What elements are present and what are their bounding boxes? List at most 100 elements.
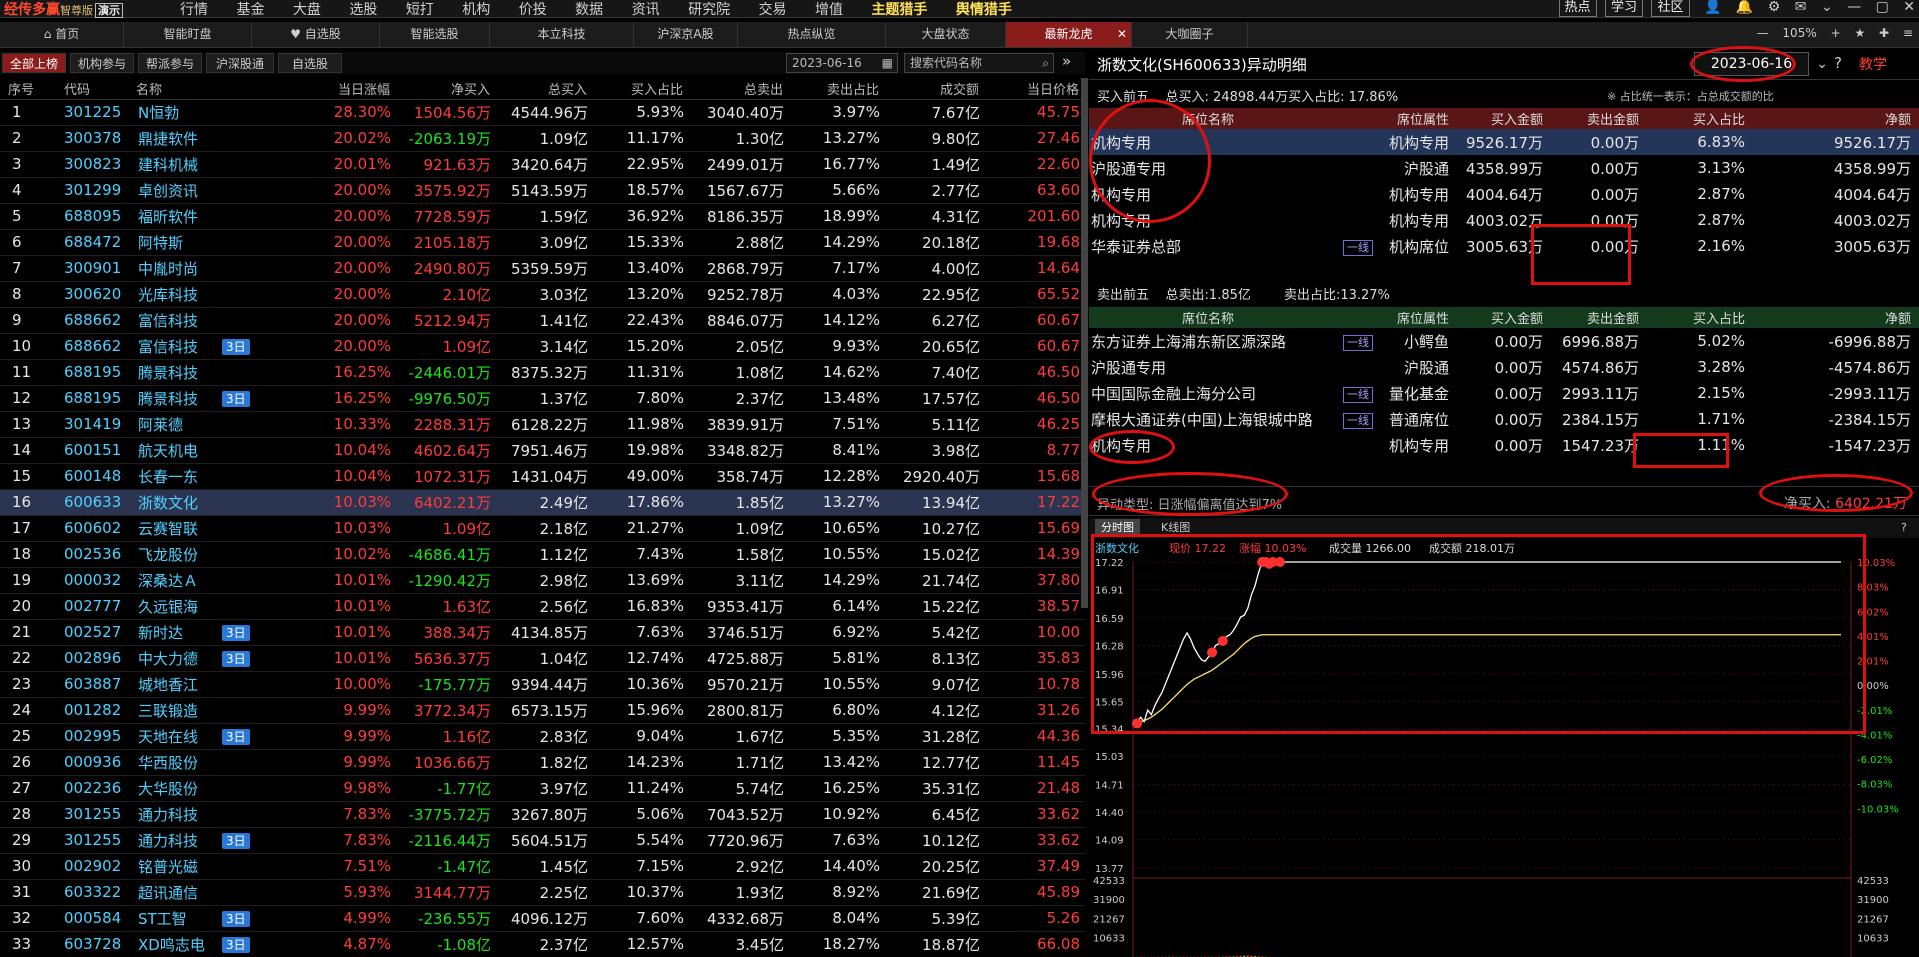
filter-all[interactable]: 全部上榜 bbox=[2, 53, 66, 73]
col-header[interactable]: 当日涨幅 bbox=[268, 78, 396, 100]
table-row[interactable]: 26 000936 华西股份 9.99% 1036.66万 1.82亿 14.23% 1.71… bbox=[0, 749, 1085, 776]
table-row[interactable]: 31 603322 超讯通信 5.93% 3144.77万 2.25亿 10.37% 1.93… bbox=[0, 879, 1085, 906]
col-header[interactable]: 总买入 bbox=[496, 78, 593, 100]
mail-icon[interactable]: ✉ bbox=[1795, 0, 1807, 15]
table-row[interactable]: 20 002777 久远银海 10.01% 1.63亿 2.56亿 16.83% 9353.4… bbox=[0, 593, 1085, 620]
seat-row[interactable]: 机构专用 机构专用 4003.02万 0.00万 2.87% 4003.02万 bbox=[1089, 207, 1919, 233]
table-row[interactable]: 29 301255 通力科技 3日 7.83% -2116.44万 5604.51万 5.54… bbox=[0, 827, 1085, 854]
menu-institution[interactable]: 机构 bbox=[462, 0, 490, 19]
menu-sentiment-hunter[interactable]: 舆情猎手 bbox=[956, 0, 1012, 19]
table-row[interactable]: 28 301255 通力科技 7.83% -3775.72万 3267.80万 5.06% 7… bbox=[0, 801, 1085, 828]
menu-stock-picker[interactable]: 选股 bbox=[349, 0, 377, 19]
table-row[interactable]: 6 688472 阿特斯 20.00% 2105.18万 3.09亿 15.33% 2.88亿… bbox=[0, 229, 1085, 256]
teach-link[interactable]: 教学 bbox=[1859, 54, 1887, 74]
tab-big-circle[interactable]: 大咖圈子 bbox=[1132, 22, 1248, 47]
menu-value[interactable]: 价投 bbox=[519, 0, 547, 19]
tier1-badge[interactable]: 一线 bbox=[1343, 386, 1373, 403]
col-header[interactable]: 成交额 bbox=[885, 78, 985, 100]
table-row[interactable]: 16 600633 浙数文化 10.03% 6402.21万 2.49亿 17.86% 1.8… bbox=[0, 489, 1085, 516]
table-row[interactable]: 18 002536 飞龙股份 10.02% -4686.41万 1.12亿 7.43% 1.5… bbox=[0, 541, 1085, 568]
pin-icon[interactable]: ✚ bbox=[1879, 26, 1889, 40]
tab-intraday[interactable]: 分时图 bbox=[1095, 519, 1140, 537]
tab-smart-pick[interactable]: 智能选股 bbox=[380, 22, 490, 47]
menu-short-term[interactable]: 短打 bbox=[406, 0, 434, 19]
tier1-badge[interactable]: 一线 bbox=[1343, 412, 1373, 429]
col-header[interactable] bbox=[222, 78, 268, 100]
menu-research[interactable]: 研究院 bbox=[688, 0, 730, 19]
menu-trade[interactable]: 交易 bbox=[759, 0, 787, 19]
seat-row[interactable]: 中国国际金融上海分公司 一线 量化基金 0.00万 2993.11万 2.15% -2993… bbox=[1089, 380, 1919, 406]
gear-icon[interactable]: ⚙ bbox=[1768, 0, 1781, 15]
table-row[interactable]: 4 301299 卓创资讯 20.00% 3575.92万 5143.59万 18.57% 1… bbox=[0, 177, 1085, 204]
table-row[interactable]: 2 300378 鼎捷软件 20.02% -2063.19万 1.09亿 11.17% 1.3… bbox=[0, 125, 1085, 152]
menu-theme-hunter[interactable]: 主题猎手 bbox=[871, 0, 927, 19]
tier1-badge[interactable]: 一线 bbox=[1343, 334, 1373, 351]
community-button[interactable]: 社区 bbox=[1651, 0, 1690, 17]
seat-row[interactable]: 华泰证券总部 一线 机构席位 3005.63万 0.00万 2.16% 3005.63万 bbox=[1089, 233, 1919, 259]
table-row[interactable]: 23 603887 城地香江 10.00% -175.77万 9394.44万 10.36%… bbox=[0, 671, 1085, 698]
seat-row[interactable]: 机构专用 机构专用 4004.64万 0.00万 2.87% 4004.64万 bbox=[1089, 181, 1919, 207]
tab-market-status[interactable]: 大盘状态 bbox=[886, 22, 1006, 47]
zoom-in-icon[interactable]: + bbox=[1831, 26, 1841, 40]
tab-close-icon[interactable]: ✕ bbox=[1117, 22, 1127, 47]
table-row[interactable]: 15 600148 长春一东 10.04% 1072.31万 1431.04万 49.00%… bbox=[0, 463, 1085, 490]
table-row[interactable]: 7 300901 中胤时尚 20.00% 2490.80万 5359.59万 13.40% 2… bbox=[0, 255, 1085, 282]
table-row[interactable]: 11 688195 腾景科技 16.25% -2446.01万 8375.32万 11.31… bbox=[0, 359, 1085, 386]
minimize-icon[interactable]: — bbox=[1847, 0, 1861, 15]
search-input[interactable]: 搜索代码名称 ⌕ bbox=[904, 53, 1054, 73]
table-row[interactable]: 33 603728 XD鸣志电 3日 4.87% -1.08亿 2.37亿 12.57% 3.4… bbox=[0, 931, 1085, 957]
seat-row[interactable]: 机构专用 机构专用 0.00万 1547.23万 1.11% -1547.23万 bbox=[1089, 432, 1919, 458]
table-row[interactable]: 13 301419 阿莱德 10.33% 2288.31万 6128.22万 11.98% 3… bbox=[0, 411, 1085, 438]
menu-icon[interactable]: ≡ bbox=[1903, 26, 1913, 40]
tab-smart-watch[interactable]: 智能盯盘 bbox=[124, 22, 252, 47]
tab-a-shares[interactable]: 沪深京A股 bbox=[634, 22, 738, 47]
user-icon[interactable]: 👤 bbox=[1704, 0, 1721, 15]
col-header[interactable]: 总卖出 bbox=[689, 78, 789, 100]
col-header[interactable]: 当日价格 bbox=[985, 78, 1085, 100]
learn-button[interactable]: 学习 bbox=[1605, 0, 1644, 17]
tab-hotspots[interactable]: 热点纵览 bbox=[738, 22, 886, 47]
table-row[interactable]: 21 002527 新时达 3日 10.01% 388.34万 4134.85万 7.63% 3… bbox=[0, 619, 1085, 646]
tab-watchlist[interactable]: ♥ 自选股 bbox=[252, 22, 380, 47]
date-picker[interactable]: 2023-06-16 ▦ bbox=[786, 53, 898, 73]
table-row[interactable]: 24 001282 三联锻造 9.99% 3772.34万 6573.15万 15.96% 2… bbox=[0, 697, 1085, 724]
maximize-icon[interactable]: ▢ bbox=[1876, 0, 1889, 15]
menu-fund[interactable]: 基金 bbox=[236, 0, 264, 19]
menu-quotes[interactable]: 行情 bbox=[180, 0, 208, 19]
table-row[interactable]: 27 002236 大华股份 9.98% -1.77亿 3.97亿 11.24% 5.74亿 1… bbox=[0, 775, 1085, 802]
filter-institution[interactable]: 机构参与 bbox=[70, 53, 134, 73]
table-row[interactable]: 1 301225 N恒勃 28.30% 1504.56万 4544.96万 5.93% 304… bbox=[0, 99, 1085, 126]
col-header[interactable]: 卖出占比 bbox=[789, 78, 885, 100]
table-row[interactable]: 3 300823 建科机械 20.01% 921.63万 3420.64万 22.95% 24… bbox=[0, 151, 1085, 178]
seat-row[interactable]: 东方证券上海浦东新区源深路 一线 小鳄鱼 0.00万 6996.88万 5.02% -699… bbox=[1089, 328, 1919, 354]
close-icon[interactable]: ✕ bbox=[1903, 0, 1915, 15]
table-row[interactable]: 32 000584 ST工智 3日 4.99% -236.55万 4096.12万 7.60%… bbox=[0, 905, 1085, 932]
menu-market[interactable]: 大盘 bbox=[293, 0, 321, 19]
col-header[interactable]: 代码 bbox=[52, 78, 136, 100]
table-row[interactable]: 8 300620 光库科技 20.00% 2.10亿 3.03亿 13.20% 9252.78… bbox=[0, 281, 1085, 308]
filter-gang[interactable]: 帮派参与 bbox=[138, 53, 202, 73]
detail-date-select[interactable]: 2023-06-16 ⌄ bbox=[1694, 52, 1828, 76]
table-row[interactable]: 17 600602 云赛智联 10.03% 1.09亿 2.18亿 21.27% 1.09亿 1… bbox=[0, 515, 1085, 542]
expand-icon[interactable]: » bbox=[1062, 52, 1071, 70]
bell-icon[interactable]: 🔔 bbox=[1736, 0, 1753, 15]
tab-benli[interactable]: 本立科技 bbox=[490, 22, 634, 47]
col-header[interactable]: 买入占比 bbox=[593, 78, 689, 100]
star-icon[interactable]: ★ bbox=[1854, 26, 1865, 40]
col-header[interactable]: 名称 bbox=[136, 78, 222, 100]
filter-stock-connect[interactable]: 沪深股通 bbox=[206, 53, 274, 73]
table-row[interactable]: 19 000032 深桑达Ａ 10.01% -1290.42万 2.98亿 13.69% 3.… bbox=[0, 567, 1085, 594]
zoom-out-icon[interactable]: — bbox=[1757, 26, 1769, 40]
menu-data[interactable]: 数据 bbox=[575, 0, 603, 19]
table-row[interactable]: 25 002995 天地在线 3日 9.99% 1.16亿 2.83亿 9.04% 1.67亿 5… bbox=[0, 723, 1085, 750]
table-row[interactable]: 5 688095 福昕软件 20.00% 7728.59万 1.59亿 36.92% 8186… bbox=[0, 203, 1085, 230]
tab-kline[interactable]: K线图 bbox=[1155, 519, 1196, 537]
seat-row[interactable]: 摩根大通证券(中国)上海银城中路 一线 普通席位 0.00万 2384.15万 1.71%… bbox=[1089, 406, 1919, 432]
list-scrollbar[interactable] bbox=[1081, 78, 1088, 608]
tab-home[interactable]: ⌂ 首页 bbox=[0, 22, 124, 47]
intraday-chart[interactable]: 浙数文化 现价 17.22 涨幅 10.03% 成交量 1266.00 成交额 218.… bbox=[1089, 538, 1919, 957]
tab-dragon-tiger[interactable]: 最新龙虎 ✕ bbox=[1006, 22, 1132, 47]
help-icon[interactable]: ? bbox=[1834, 54, 1842, 72]
help-icon[interactable]: ? bbox=[1895, 519, 1913, 537]
tier1-badge[interactable]: 一线 bbox=[1343, 239, 1373, 256]
